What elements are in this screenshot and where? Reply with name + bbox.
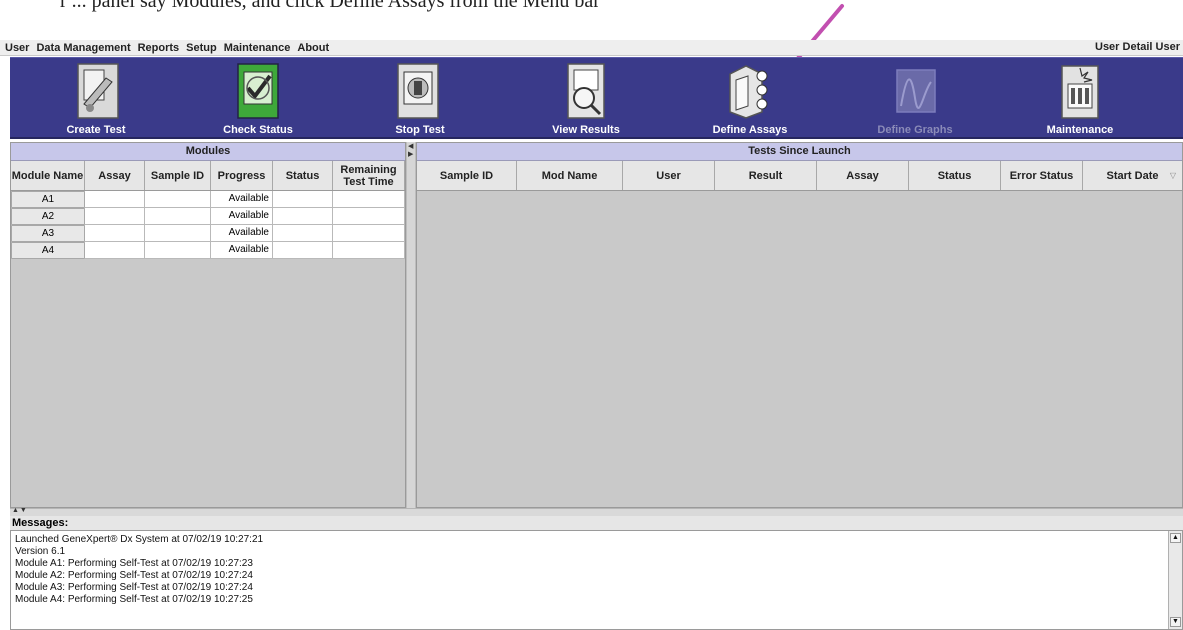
check-status-label: Check Status <box>223 124 293 136</box>
collapse-right-icon[interactable]: ▶ <box>408 151 413 159</box>
col-module-name[interactable]: Module Name <box>11 161 85 190</box>
view-results-icon <box>567 63 605 119</box>
expand-collapse-icon[interactable]: ▲▼ <box>12 507 28 514</box>
message-line: Module A1: Performing Self-Test at 07/02… <box>15 558 253 569</box>
assay-cell <box>85 225 145 242</box>
progress-cell: Available <box>211 191 273 208</box>
table-row[interactable]: A4 Available <box>11 242 405 259</box>
define-assays-icon <box>729 65 768 119</box>
assay-cell <box>85 191 145 208</box>
remaining-cell <box>333 225 405 242</box>
tests-since-launch-panel: Tests Since Launch Sample ID Mod Name Us… <box>416 142 1183 508</box>
col-status[interactable]: Status <box>909 161 1001 190</box>
messages-scrollbar[interactable]: ▲ ▼ <box>1168 531 1182 629</box>
status-cell <box>273 208 333 225</box>
stop-test-button[interactable]: Stop Test <box>370 58 470 140</box>
user-detail: User Detail User <box>1095 41 1180 53</box>
progress-cell: Available <box>211 225 273 242</box>
menu-reports[interactable]: Reports <box>138 42 180 54</box>
status-cell <box>273 191 333 208</box>
message-line: Module A2: Performing Self-Test at 07/02… <box>15 570 253 581</box>
check-status-icon <box>237 63 279 119</box>
col-error-status[interactable]: Error Status <box>1001 161 1083 190</box>
document-caption: r ... panel say Modules, and click Defin… <box>60 0 600 12</box>
sample-id-cell <box>145 225 211 242</box>
create-test-button[interactable]: Create Test <box>46 58 146 140</box>
message-line: Module A4: Performing Self-Test at 07/02… <box>15 594 253 605</box>
table-row[interactable]: A3 Available <box>11 225 405 242</box>
col-progress[interactable]: Progress <box>211 161 273 190</box>
define-assays-label: Define Assays <box>712 124 788 136</box>
collapse-left-icon[interactable]: ◀ <box>408 143 413 151</box>
sample-id-cell <box>145 191 211 208</box>
col-sample-id[interactable]: Sample ID <box>417 161 517 190</box>
col-result[interactable]: Result <box>715 161 817 190</box>
message-line: Launched GeneXpert® Dx System at 07/02/1… <box>15 534 264 545</box>
col-start-date[interactable]: Start Date ▽ <box>1083 161 1182 190</box>
remaining-cell <box>333 242 405 259</box>
messages-log: Launched GeneXpert® Dx System at 07/02/1… <box>10 530 1183 630</box>
modules-title: Modules <box>11 143 405 161</box>
status-cell <box>273 242 333 259</box>
define-graphs-label: Define Graphs <box>877 124 953 136</box>
modules-header-row: Module Name Assay Sample ID Progress Sta… <box>11 161 405 191</box>
menu-bar: User Data Management Reports Setup Maint… <box>0 40 1183 56</box>
menu-user[interactable]: User <box>5 42 29 54</box>
assay-cell <box>85 208 145 225</box>
remaining-cell <box>333 191 405 208</box>
define-graphs-button[interactable]: Define Graphs <box>865 58 965 140</box>
col-mod-name[interactable]: Mod Name <box>517 161 623 190</box>
module-name-cell[interactable]: A1 <box>11 191 85 208</box>
progress-cell: Available <box>211 242 273 259</box>
sort-descending-icon: ▽ <box>1169 171 1176 180</box>
messages-divider[interactable]: ▲▼ <box>10 507 1183 516</box>
menu-setup[interactable]: Setup <box>186 42 217 54</box>
maintenance-label: Maintenance <box>1046 124 1114 136</box>
modules-panel: Modules Module Name Assay Sample ID Prog… <box>10 142 406 508</box>
table-row[interactable]: A1 Available <box>11 191 405 208</box>
define-graphs-icon <box>896 69 936 113</box>
message-line: Module A3: Performing Self-Test at 07/02… <box>15 582 253 593</box>
tests-header-row: Sample ID Mod Name User Result Assay Sta… <box>417 161 1182 191</box>
view-results-button[interactable]: View Results <box>536 58 636 140</box>
table-row[interactable]: A2 Available <box>11 208 405 225</box>
messages-label: Messages: <box>10 516 1183 530</box>
col-remaining-test-time[interactable]: Remaining Test Time <box>333 161 405 190</box>
define-assays-button[interactable]: Define Assays <box>700 58 800 140</box>
col-status[interactable]: Status <box>273 161 333 190</box>
col-sample-id[interactable]: Sample ID <box>145 161 211 190</box>
scroll-up-icon[interactable]: ▲ <box>1170 533 1181 543</box>
maintenance-icon <box>1061 65 1099 119</box>
col-assay[interactable]: Assay <box>817 161 909 190</box>
module-name-cell[interactable]: A3 <box>11 225 85 242</box>
col-start-date-label: Start Date <box>1106 169 1159 182</box>
col-assay[interactable]: Assay <box>85 161 145 190</box>
menu-about[interactable]: About <box>297 42 329 54</box>
stop-test-label: Stop Test <box>395 124 445 136</box>
status-cell <box>273 225 333 242</box>
create-test-label: Create Test <box>66 124 126 136</box>
maintenance-button[interactable]: Maintenance <box>1030 58 1130 140</box>
scroll-down-icon[interactable]: ▼ <box>1170 617 1181 627</box>
pane-splitter[interactable]: ◀ ▶ <box>406 142 416 508</box>
module-name-cell[interactable]: A4 <box>11 242 85 259</box>
stop-test-icon <box>397 63 439 119</box>
progress-cell: Available <box>211 208 273 225</box>
check-status-button[interactable]: Check Status <box>208 58 308 140</box>
sample-id-cell <box>145 208 211 225</box>
create-test-icon <box>77 63 119 119</box>
menu-data-management[interactable]: Data Management <box>36 42 130 54</box>
modules-rows: A1 Available A2 Available A3 Available A… <box>11 191 405 259</box>
col-user[interactable]: User <box>623 161 715 190</box>
sample-id-cell <box>145 242 211 259</box>
module-name-cell[interactable]: A2 <box>11 208 85 225</box>
menu-maintenance[interactable]: Maintenance <box>224 42 291 54</box>
tests-title: Tests Since Launch <box>417 143 1182 161</box>
remaining-cell <box>333 208 405 225</box>
view-results-label: View Results <box>552 124 620 136</box>
assay-cell <box>85 242 145 259</box>
toolbar: Create Test Check Status Stop Test View … <box>10 57 1183 139</box>
message-line: Version 6.1 <box>15 546 66 557</box>
